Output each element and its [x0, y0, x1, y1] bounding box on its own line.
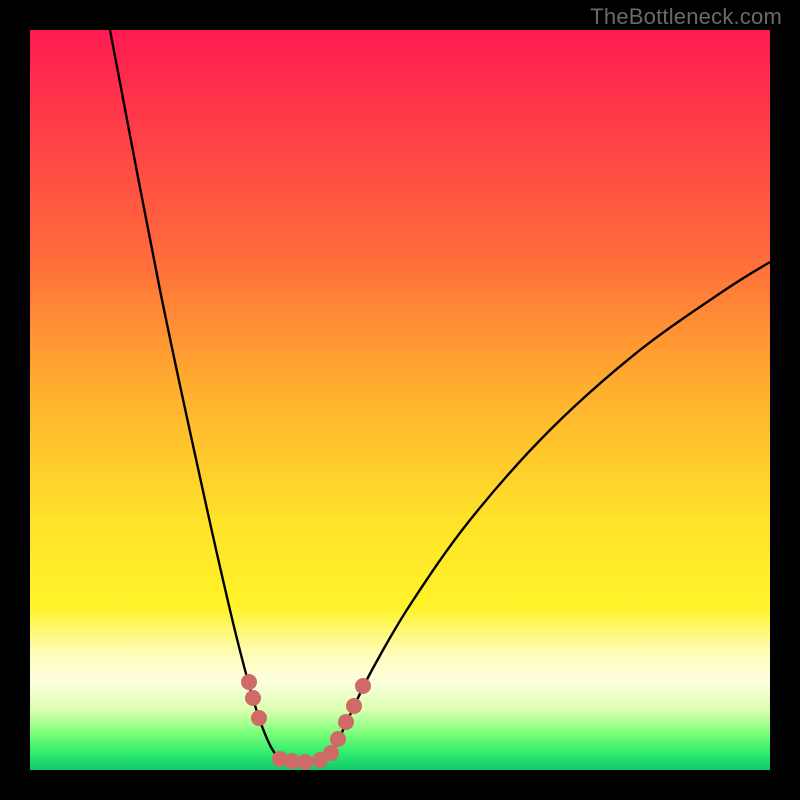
plot-area — [30, 30, 770, 770]
marker-group — [241, 674, 371, 770]
highlight-dot — [297, 754, 313, 770]
highlight-dot — [330, 731, 346, 747]
highlight-dot — [355, 678, 371, 694]
watermark-label: TheBottleneck.com — [590, 4, 782, 30]
highlight-dot — [241, 674, 257, 690]
chart-frame: TheBottleneck.com — [0, 0, 800, 800]
curve-overlay — [30, 30, 770, 770]
highlight-dot — [251, 710, 267, 726]
right-curve-path — [328, 262, 770, 757]
highlight-dot — [346, 698, 362, 714]
highlight-dot — [338, 714, 354, 730]
highlight-dot — [323, 745, 339, 761]
left-curve-path — [110, 30, 278, 757]
highlight-dot — [245, 690, 261, 706]
